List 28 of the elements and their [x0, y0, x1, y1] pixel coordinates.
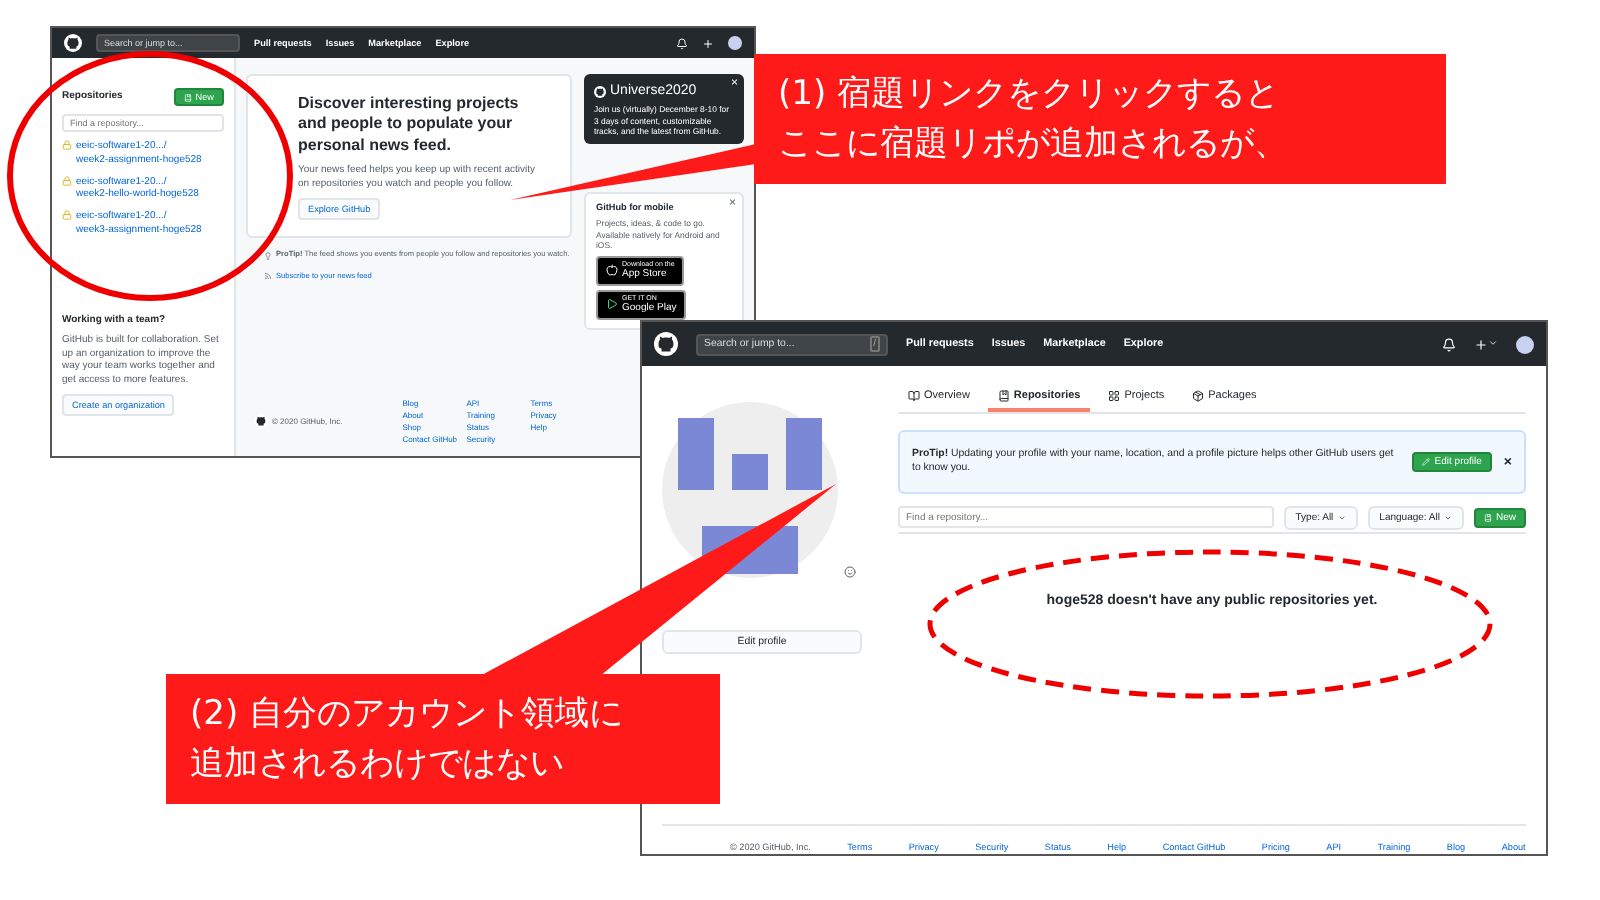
lock-icon	[62, 140, 72, 150]
logo-icon[interactable]	[64, 34, 82, 52]
logo-icon[interactable]	[654, 332, 678, 356]
pencil-icon	[1422, 458, 1431, 466]
book-icon	[183, 93, 192, 101]
logo-icon[interactable]	[254, 414, 268, 428]
callout-text: (1) 宿題リンクをクリックすると ここに宿題リポが追加されるが、	[754, 54, 1446, 185]
book-icon	[908, 390, 920, 402]
feed-title: Discover interesting projects and people to populate your personal news feed.	[298, 94, 521, 157]
apple-icon	[606, 264, 618, 277]
book-icon	[1483, 513, 1492, 521]
avatar[interactable]	[728, 36, 742, 50]
plus-icon[interactable]	[702, 37, 714, 49]
play-icon	[606, 298, 618, 311]
project-board-icon	[1108, 390, 1121, 402]
smiley-icon[interactable]	[844, 566, 856, 578]
bell-icon[interactable]	[676, 37, 688, 49]
plus-icon[interactable]	[1474, 337, 1498, 351]
rss-icon	[264, 272, 272, 281]
repo-icon	[997, 390, 1010, 402]
bell-icon[interactable]	[1442, 337, 1456, 351]
package-icon	[1192, 390, 1205, 402]
avatar[interactable]	[1516, 335, 1534, 353]
logo-icon[interactable]	[594, 85, 606, 98]
lock-icon	[62, 175, 72, 185]
lightbulb-icon	[264, 251, 272, 260]
callout-text: (2) 自分のアカウント領域に 追加されるわけではない	[166, 674, 720, 805]
lock-icon	[62, 210, 72, 220]
